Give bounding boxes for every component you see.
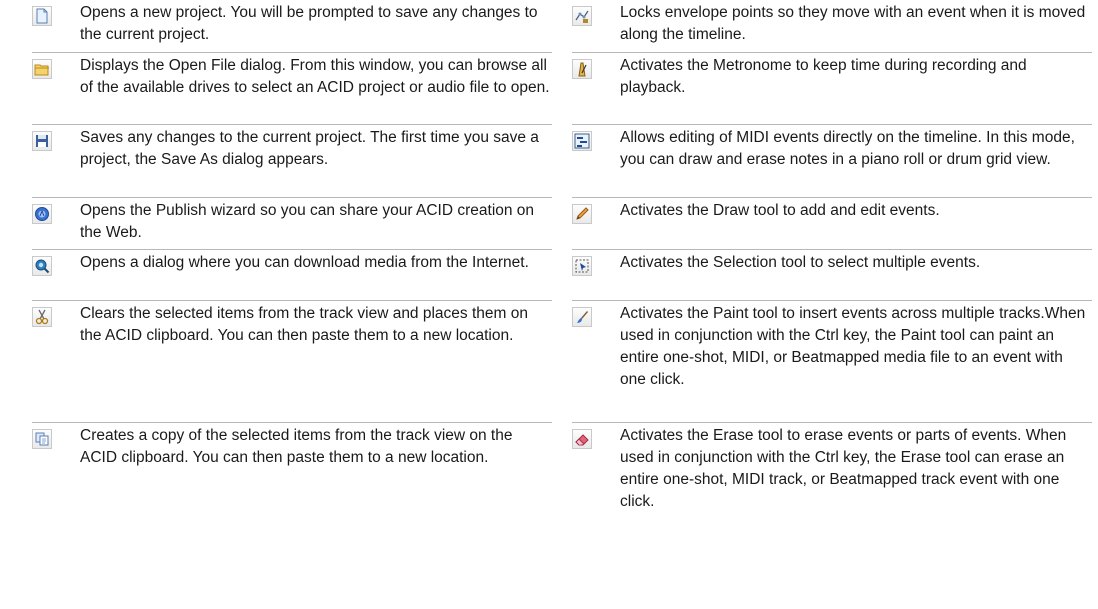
table-row: Activates the Erase tool to erase events…	[572, 422, 1092, 609]
selection-tool-icon	[572, 256, 592, 276]
table-row: Displays the Open File dialog. From this…	[32, 52, 552, 125]
table-row: Opens a dialog where you can download me…	[32, 249, 552, 301]
table-row: Activates the Draw tool to add and edit …	[572, 197, 1092, 250]
draw-pencil-icon	[572, 204, 592, 224]
table-row: Opens the Publish wizard so you can shar…	[32, 197, 552, 250]
table-row: Clears the selected items from the track…	[32, 300, 552, 423]
inline-midi-edit-icon	[572, 131, 592, 151]
row-description: Locks envelope points so they move with …	[620, 4, 1086, 43]
metronome-icon	[572, 59, 592, 79]
table-row: Allows editing of MIDI events directly o…	[572, 124, 1092, 198]
row-description: Opens a dialog where you can download me…	[80, 254, 529, 271]
row-description: Activates the Erase tool to erase events…	[620, 427, 1067, 510]
row-description: Activates the Paint tool to insert event…	[620, 305, 1086, 388]
row-description: Activates the Draw tool to add and edit …	[620, 202, 940, 219]
table-row: Locks envelope points so they move with …	[572, 0, 1092, 52]
table-row: Activates the Selection tool to select m…	[572, 249, 1092, 301]
row-description: Allows editing of MIDI events directly o…	[620, 129, 1075, 168]
row-description: Opens a new project. You will be prompte…	[80, 4, 538, 43]
table-row: Opens a new project. You will be prompte…	[32, 0, 552, 52]
publish-globe-icon	[32, 204, 52, 224]
table-row: Saves any changes to the current project…	[32, 124, 552, 198]
copy-icon	[32, 429, 52, 449]
toolbar-reference-page: Opens a new project. You will be prompte…	[0, 0, 1098, 608]
eraser-icon	[572, 429, 592, 449]
table-row: Creates a copy of the selected items fro…	[32, 422, 552, 609]
row-description: Activates the Selection tool to select m…	[620, 254, 981, 271]
save-disk-icon	[32, 131, 52, 151]
open-folder-icon	[32, 59, 52, 79]
row-description: Opens the Publish wizard so you can shar…	[80, 202, 535, 241]
row-description: Clears the selected items from the track…	[80, 305, 528, 344]
table-row: Activates the Paint tool to insert event…	[572, 300, 1092, 423]
cut-scissors-icon	[32, 307, 52, 327]
row-description: Activates the Metronome to keep time dur…	[620, 57, 1027, 96]
row-description: Displays the Open File dialog. From this…	[80, 57, 550, 96]
row-description: Creates a copy of the selected items fro…	[80, 427, 513, 466]
new-document-icon	[32, 6, 52, 26]
lock-envelopes-icon	[572, 6, 592, 26]
paint-brush-icon	[572, 307, 592, 327]
table-row: Activates the Metronome to keep time dur…	[572, 52, 1092, 125]
download-media-icon	[32, 256, 52, 276]
row-description: Saves any changes to the current project…	[80, 129, 539, 168]
